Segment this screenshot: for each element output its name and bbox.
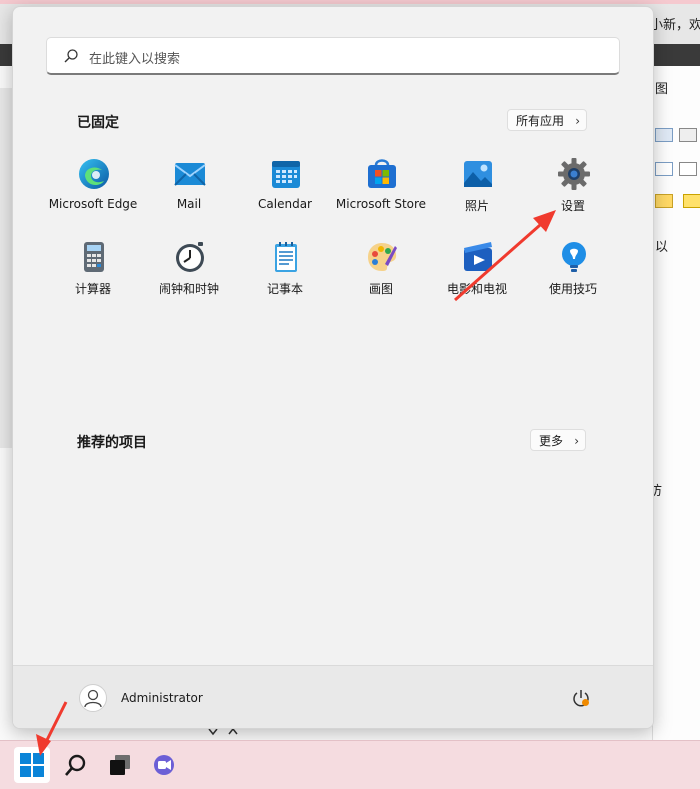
app-label: 照片 [464,199,489,213]
avatar[interactable] [79,684,107,712]
chat-icon [154,755,174,775]
background-tool-icon[interactable] [655,162,673,176]
windows-logo-icon [20,753,44,777]
pinned-section-title: 已固定 [77,115,119,131]
app-label: 计算器 [74,282,111,296]
user-name[interactable]: Administrator [121,691,203,705]
background-tool-icon[interactable] [679,162,697,176]
highlight-icon[interactable] [683,194,700,208]
mail-icon [174,163,206,186]
calculator-icon [84,242,104,272]
app-notepad[interactable]: 记事本 [237,240,333,318]
task-view-icon [110,755,130,775]
tips-icon [562,242,586,272]
background-title: 小新，欢 [650,18,700,33]
search-input[interactable]: 在此键入以搜索 [46,37,620,75]
calendar-icon [272,161,300,188]
app-movies-tv[interactable]: 电影和电视 [429,240,525,318]
start-button[interactable] [14,747,50,783]
app-alarms-clock[interactable]: 闹钟和时钟 [141,240,237,318]
app-label: 记事本 [266,282,303,296]
taskbar-search-button[interactable] [58,747,94,783]
background-tool-icon[interactable] [655,128,673,142]
font-color-icon[interactable] [655,194,673,208]
edge-icon [79,159,109,189]
app-label: 闹钟和时钟 [158,282,219,296]
recommended-section-title: 推荐的项目 [77,435,147,451]
chat-button[interactable] [146,747,182,783]
background-right-panel: 图 以 访 [649,66,700,746]
app-label: 画图 [368,282,393,296]
background-accent-strip [0,0,700,4]
app-microsoft-edge[interactable]: Microsoft Edge [45,157,141,235]
more-button[interactable]: 更多 › [530,429,587,451]
background-text-2: 以 [655,240,669,255]
more-label: 更多 [539,434,564,448]
movies-icon [464,242,492,271]
eraser-icon[interactable] [679,128,697,142]
search-placeholder: 在此键入以搜索 [89,52,181,67]
app-label: Microsoft Store [335,197,427,211]
task-view-button[interactable] [102,747,138,783]
app-tips[interactable]: 使用技巧 [525,240,621,318]
taskbar [0,740,700,789]
all-apps-label: 所有应用 [516,114,565,128]
power-icon[interactable] [571,688,591,708]
app-settings[interactable]: 设置 [525,157,621,235]
all-apps-button[interactable]: 所有应用 › [507,109,588,131]
app-label: 电影和电视 [446,282,507,296]
app-mail[interactable]: Mail [141,157,237,235]
search-icon [64,49,78,63]
gear-icon [558,158,590,190]
app-label: 使用技巧 [548,282,597,296]
app-microsoft-store[interactable]: Microsoft Store [333,157,429,235]
app-label: Microsoft Edge [48,197,138,211]
background-text-1: 图 [655,82,669,97]
user-icon [84,689,102,708]
start-menu: 在此键入以搜索 已固定 所有应用 › Microsoft Edge Mail C… [12,6,654,729]
app-calculator[interactable]: 计算器 [45,240,141,318]
chevron-right-icon: › [575,114,581,128]
app-photos[interactable]: 照片 [429,157,525,235]
start-menu-footer: Administrator [13,665,653,728]
photos-icon [464,161,492,187]
paint-icon [368,243,397,271]
app-calendar[interactable]: Calendar [237,157,333,235]
search-icon [65,754,86,776]
app-label: Calendar [258,197,312,211]
chevron-right-icon: › [574,434,580,448]
app-label: 设置 [560,199,585,213]
store-icon [368,159,396,188]
app-label: Mail [176,197,202,211]
notepad-icon [275,242,297,272]
app-paint[interactable]: 画图 [333,240,429,318]
clock-icon [176,242,204,272]
